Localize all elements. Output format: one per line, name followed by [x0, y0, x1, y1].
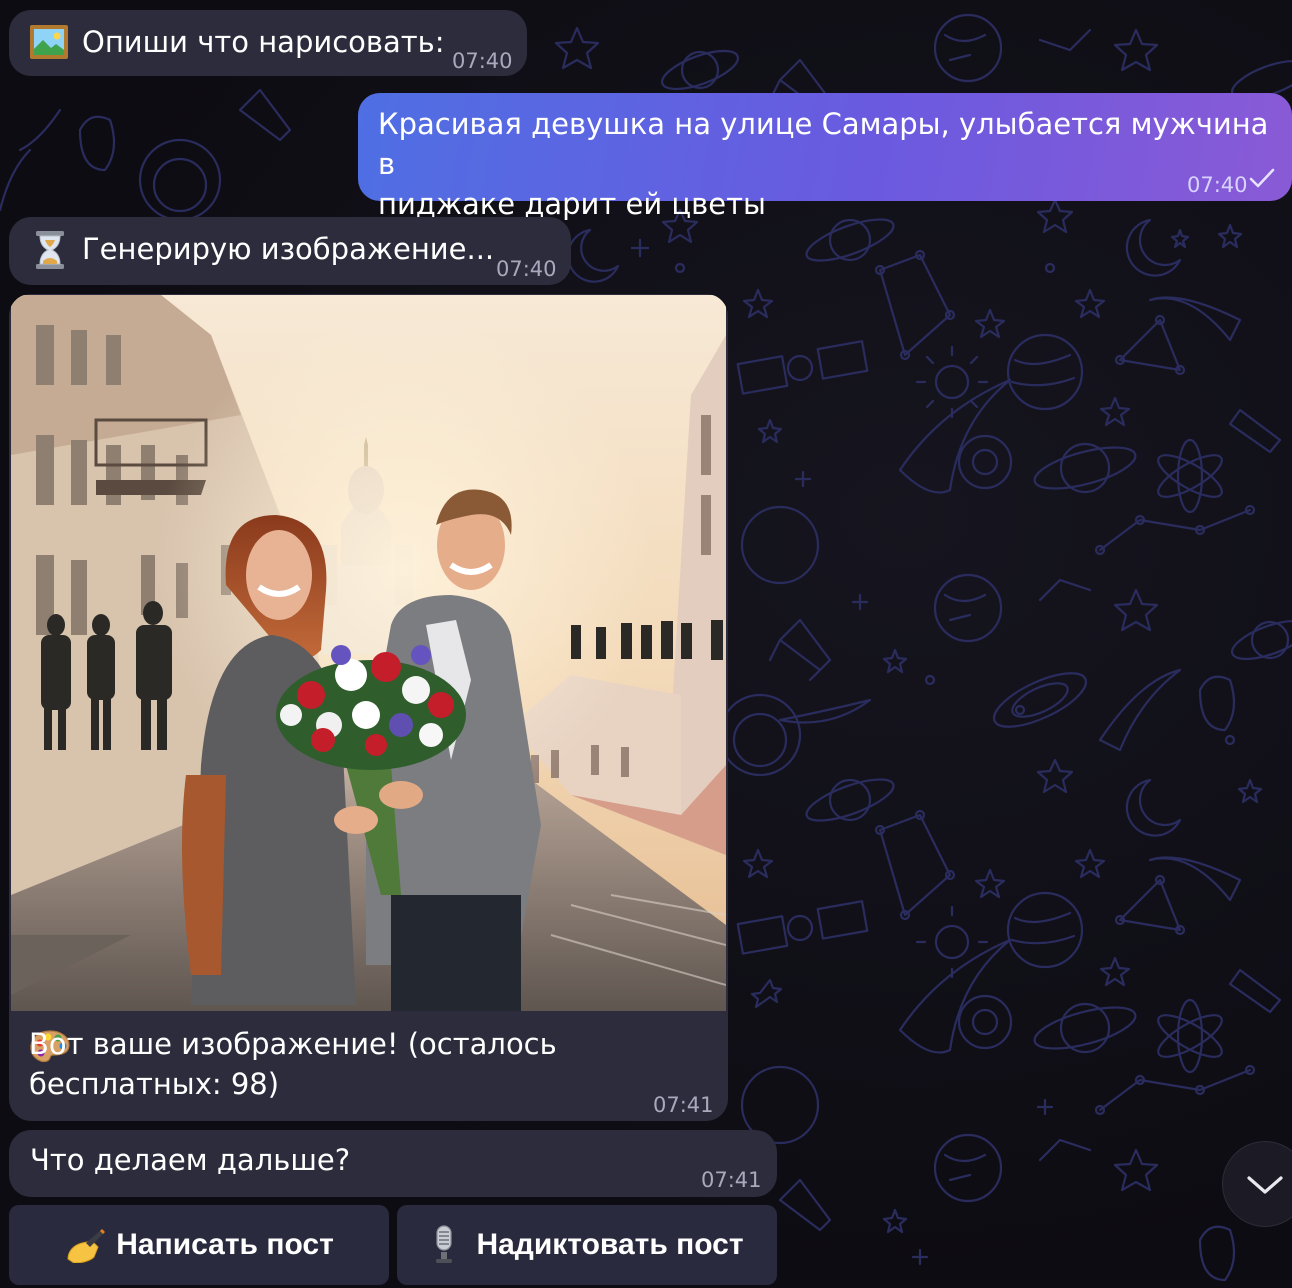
incoming-message-next-step[interactable]: Что делаем дальше? 07:41	[9, 1130, 777, 1197]
outgoing-message-request[interactable]: Красивая девушка на улице Самары, улыбае…	[358, 93, 1292, 221]
dictate-post-button[interactable]: Надиктовать пост	[397, 1205, 777, 1285]
message-text: Генерирую изображение...	[82, 232, 495, 266]
message-text: Опиши что нарисовать:	[82, 25, 445, 59]
chat-area[interactable]: Опиши что нарисовать: 07:40 Красивая дев…	[0, 0, 1292, 1288]
incoming-photo-message[interactable]: Вот ваше изображение! (осталось бесплатн…	[9, 294, 728, 1121]
message-text: Красивая девушка на улице Самары, улыбае…	[378, 107, 1269, 221]
chevron-down-icon	[1247, 1176, 1283, 1194]
dictate-post-label: Надиктовать пост	[476, 1228, 744, 1261]
microphone-icon	[436, 1225, 453, 1263]
writing-hand-icon	[67, 1229, 106, 1263]
incoming-message-generating[interactable]: Генерирую изображение... 07:40	[9, 217, 571, 285]
framed-picture-icon	[30, 25, 68, 59]
hourglass-icon	[36, 231, 64, 269]
write-post-label: Написать пост	[116, 1228, 334, 1261]
message-time: 07:40	[1187, 173, 1248, 197]
message-time: 07:40	[452, 49, 513, 73]
message-time: 07:41	[653, 1093, 714, 1117]
sent-check-icon	[1249, 168, 1275, 188]
incoming-message-prompt[interactable]: Опиши что нарисовать: 07:40	[9, 10, 527, 76]
photo-caption: Вот ваше изображение! (осталось бесплатн…	[29, 1027, 557, 1101]
message-time: 07:40	[496, 257, 557, 281]
message-time: 07:41	[701, 1168, 762, 1192]
generated-image[interactable]	[11, 295, 726, 1011]
write-post-button[interactable]: Написать пост	[9, 1205, 389, 1285]
message-text: Что делаем дальше?	[30, 1143, 351, 1177]
